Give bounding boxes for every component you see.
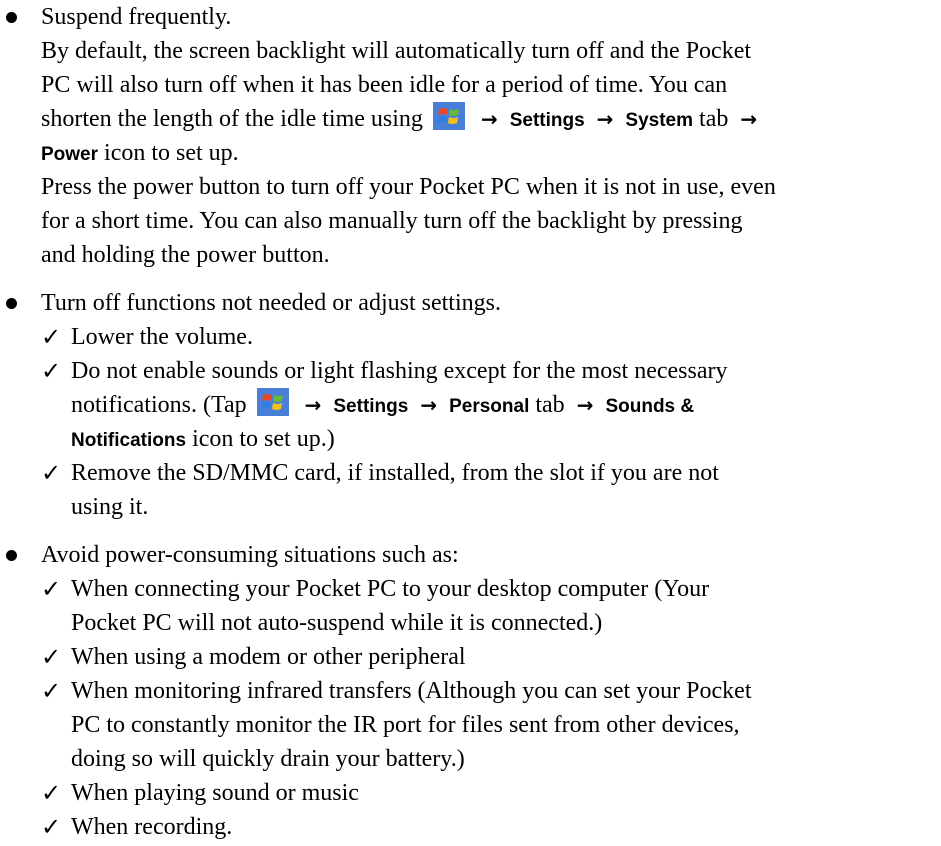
list-item: When connecting your Pocket PC to your d… — [71, 576, 710, 602]
checkmark-icon: ✓ — [41, 459, 62, 487]
bullet-dot — [6, 12, 17, 23]
bullet-heading: Suspend frequently. — [41, 4, 232, 30]
arrow-icon: → — [420, 393, 438, 417]
list-item-continuation: Pocket PC will not auto-suspend while it… — [71, 610, 603, 636]
list-item: When recording. — [71, 814, 233, 840]
checkmark-icon: ✓ — [41, 575, 62, 603]
system-tab-label: System — [625, 110, 694, 131]
list-item: When monitoring infrared transfers (Alth… — [71, 678, 752, 704]
list-item: When playing sound or music — [71, 780, 359, 806]
paragraph-line-with-path: shorten the length of the idle time usin… — [41, 102, 763, 138]
list-item-continuation: using it. — [71, 494, 149, 520]
list-item-continuation: notifications. (Tap → Settings → Persona… — [71, 388, 694, 424]
path-prefix-text: shorten the length of the idle time usin… — [41, 106, 423, 132]
bullet-heading: Turn off functions not needed or adjust … — [41, 290, 501, 316]
arrow-icon: → — [576, 393, 594, 417]
list-item: Remove the SD/MMC card, if installed, fr… — [71, 460, 719, 486]
list-item: Lower the volume. — [71, 324, 253, 350]
tab-word: tab — [535, 392, 565, 418]
personal-tab-label: Personal — [449, 396, 530, 417]
settings-menu-label: Settings — [509, 110, 585, 131]
document-page: Suspend frequently. By default, the scre… — [0, 0, 941, 846]
paragraph-line: PC will also turn off when it has been i… — [41, 72, 728, 98]
notifications-icon-label: Notifications — [71, 430, 187, 451]
bullet-heading: Avoid power-consuming situations such as… — [41, 542, 459, 568]
checkmark-icon: ✓ — [41, 323, 62, 351]
windows-start-icon — [256, 388, 289, 416]
list-item-continuation: Notifications icon to set up.) — [71, 422, 335, 458]
paragraph-line: for a short time. You can also manually … — [41, 208, 743, 234]
arrow-icon: → — [304, 393, 322, 417]
list-item-continuation: PC to constantly monitor the IR port for… — [71, 712, 740, 738]
tab-word: tab — [699, 106, 729, 132]
arrow-icon: → — [596, 107, 614, 131]
paragraph-line-with-path: Power icon to set up. — [41, 136, 239, 172]
checkmark-icon: ✓ — [41, 643, 62, 671]
list-item: When using a modem or other peripheral — [71, 644, 466, 670]
checkmark-icon: ✓ — [41, 779, 62, 807]
bullet-dot — [6, 298, 17, 309]
path-suffix-text: icon to set up. — [104, 140, 239, 166]
sounds-icon-label: Sounds & — [605, 396, 695, 417]
checkmark-icon: ✓ — [41, 357, 62, 385]
list-item-continuation: doing so will quickly drain your battery… — [71, 746, 465, 772]
windows-start-icon — [432, 102, 465, 130]
power-icon-label: Power — [41, 144, 99, 165]
checkmark-icon: ✓ — [41, 813, 62, 841]
arrow-icon: → — [740, 107, 758, 131]
paragraph-line: and holding the power button. — [41, 242, 330, 268]
bullet-dot — [6, 550, 17, 561]
paragraph-line: By default, the screen backlight will au… — [41, 38, 752, 64]
arrow-icon: → — [480, 107, 498, 131]
path-prefix-text: notifications. (Tap — [71, 392, 247, 418]
settings-menu-label: Settings — [333, 396, 409, 417]
paragraph-line: Press the power button to turn off your … — [41, 174, 776, 200]
list-item: Do not enable sounds or light flashing e… — [71, 358, 728, 384]
path-suffix-text: icon to set up.) — [192, 426, 335, 452]
checkmark-icon: ✓ — [41, 677, 62, 705]
